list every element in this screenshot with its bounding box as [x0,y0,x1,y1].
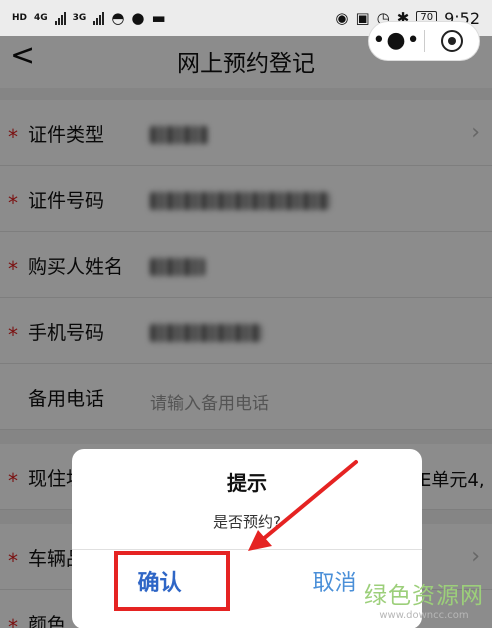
pointer-arrow-icon [248,460,358,551]
watermark: 绿色资源网 www.downcc.com [356,576,492,621]
watermark-url: www.downcc.com [379,610,469,621]
watermark-title: 绿色资源网 [364,583,484,609]
